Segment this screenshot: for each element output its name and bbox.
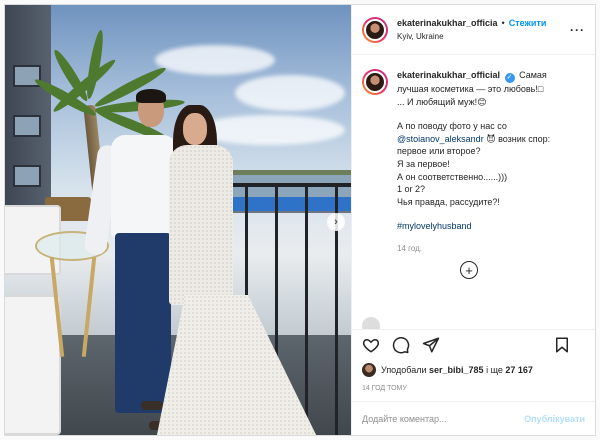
share-icon[interactable] [422, 336, 440, 354]
cloud [195, 115, 345, 145]
man-pants [115, 233, 171, 413]
mention-link[interactable]: @stoianov_aleksandr [397, 134, 484, 144]
bookmark-icon[interactable] [553, 336, 571, 354]
chair [5, 295, 61, 435]
post-photo[interactable]: › [5, 5, 351, 435]
follow-button[interactable]: Стежити [509, 17, 547, 30]
location-link[interactable]: Kyiv, Ukraine [397, 30, 546, 43]
comment-icon[interactable] [392, 336, 410, 354]
caption-area: ekaterinakukhar_official ✓ Самая лучшая … [352, 55, 595, 329]
cloud [235, 75, 345, 111]
caption-line3-prefix: А по поводу фото у нас со [397, 121, 507, 132]
avatar [362, 317, 380, 329]
caption-line6: 1 or 2? [397, 184, 426, 195]
post-timestamp[interactable]: 14 год тому [352, 381, 595, 401]
likes-count[interactable]: 27 167 [505, 365, 533, 375]
comment-form: Опублікувати [352, 401, 595, 435]
comment-input[interactable] [362, 413, 512, 424]
more-icon[interactable]: ··· [570, 23, 585, 37]
header-username[interactable]: ekaterinakukhar_officia [397, 17, 498, 30]
train [225, 197, 351, 211]
likes-row: Уподобали ser_bibi_785 і ще 27 167 [352, 359, 595, 381]
likes-suffix: і ще [486, 365, 503, 375]
heart-icon[interactable] [362, 336, 380, 354]
avatar[interactable] [362, 16, 388, 43]
caption-time: 14 год. [397, 243, 423, 253]
cloud [155, 45, 275, 75]
caption-line2: ... И любящий муж!😊 [397, 96, 487, 107]
publish-button[interactable]: Опублікувати [524, 414, 585, 424]
likes-prefix: Уподобали [381, 365, 427, 375]
caption-line4: Я за первое! [397, 158, 450, 169]
action-bar [352, 329, 595, 359]
caption-line5: А он соответственно......))) [397, 171, 508, 182]
separator-dot: • [501, 17, 505, 28]
caption-line7: Чья правда, рассудите?! [397, 196, 500, 207]
post-header: ekaterinakukhar_officia • Стежити Kyiv, … [352, 5, 595, 55]
caption-username[interactable]: ekaterinakukhar_official [397, 70, 500, 80]
hashtag-link[interactable]: #mylovelyhusband [397, 220, 573, 233]
post-card: › ekaterinakukhar_officia • Стежити Kyiv… [4, 4, 596, 436]
man-shirt [111, 135, 177, 237]
verified-icon: ✓ [504, 73, 515, 83]
woman-dress [169, 145, 233, 305]
avatar[interactable] [362, 363, 376, 377]
post-side-panel: ekaterinakukhar_officia • Стежити Kyiv, … [351, 5, 595, 435]
avatar[interactable] [362, 69, 388, 95]
woman-face [183, 113, 207, 145]
chevron-right-icon[interactable]: › [327, 213, 345, 231]
add-circle-icon[interactable]: + [460, 261, 478, 279]
likes-user[interactable]: ser_bibi_785 [429, 365, 484, 375]
